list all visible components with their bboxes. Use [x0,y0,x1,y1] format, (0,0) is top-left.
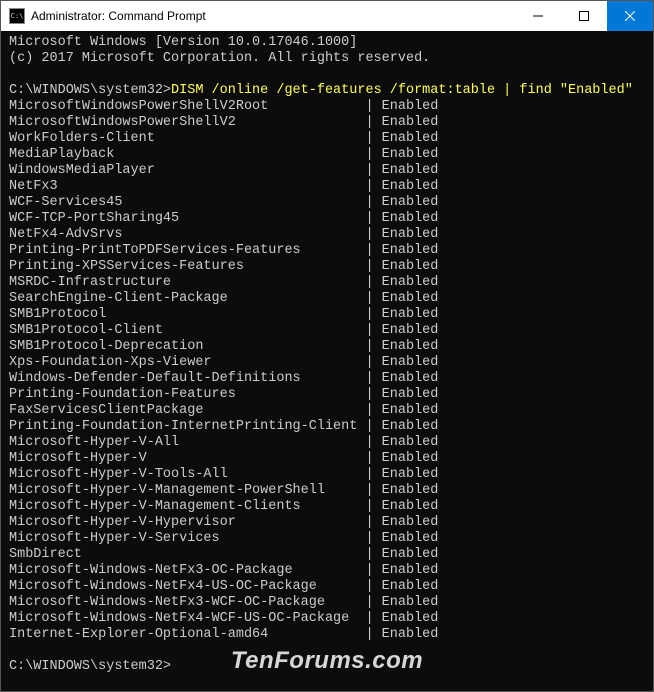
feature-row: SmbDirect | Enabled [9,547,645,563]
feature-row: Microsoft-Hyper-V | Enabled [9,451,645,467]
close-button[interactable] [607,1,653,31]
feature-row: MicrosoftWindowsPowerShellV2 | Enabled [9,115,645,131]
feature-row: Microsoft-Windows-NetFx3-WCF-OC-Package … [9,595,645,611]
feature-row: FaxServicesClientPackage | Enabled [9,403,645,419]
command-text: DISM /online /get-features /format:table… [171,83,633,98]
feature-row: Printing-Foundation-Features | Enabled [9,387,645,403]
feature-row: WCF-Services45 | Enabled [9,195,645,211]
feature-row: MSRDC-Infrastructure | Enabled [9,275,645,291]
command-line: C:\WINDOWS\system32>DISM /online /get-fe… [9,83,645,99]
blank-line [9,67,645,83]
minimize-button[interactable] [515,1,561,31]
feature-row: SMB1Protocol-Deprecation | Enabled [9,339,645,355]
feature-row: WindowsMediaPlayer | Enabled [9,163,645,179]
feature-row: Microsoft-Windows-NetFx4-WCF-US-OC-Packa… [9,611,645,627]
feature-row: Xps-Foundation-Xps-Viewer | Enabled [9,355,645,371]
feature-row: NetFx3 | Enabled [9,179,645,195]
feature-row: Printing-XPSServices-Features | Enabled [9,259,645,275]
cmd-icon: C:\ [9,8,25,24]
version-line: Microsoft Windows [Version 10.0.17046.10… [9,35,645,51]
command-prompt-window: C:\ Administrator: Command Prompt Micros… [0,0,654,692]
feature-row: WorkFolders-Client | Enabled [9,131,645,147]
feature-row: NetFx4-AdvSrvs | Enabled [9,227,645,243]
feature-row: Microsoft-Hyper-V-All | Enabled [9,435,645,451]
feature-row: SearchEngine-Client-Package | Enabled [9,291,645,307]
feature-row: Microsoft-Hyper-V-Management-PowerShell … [9,483,645,499]
feature-row: Microsoft-Hyper-V-Hypervisor | Enabled [9,515,645,531]
feature-row: Windows-Defender-Default-Definitions | E… [9,371,645,387]
blank-line [9,643,645,659]
terminal-content[interactable]: Microsoft Windows [Version 10.0.17046.10… [1,31,653,691]
prompt-line: C:\WINDOWS\system32> [9,659,645,675]
feature-row: Microsoft-Windows-NetFx4-US-OC-Package |… [9,579,645,595]
prompt-text: C:\WINDOWS\system32> [9,659,171,674]
feature-row: Printing-Foundation-InternetPrinting-Cli… [9,419,645,435]
feature-row: Microsoft-Hyper-V-Management-Clients | E… [9,499,645,515]
feature-row: Internet-Explorer-Optional-amd64 | Enabl… [9,627,645,643]
feature-row: Printing-PrintToPDFServices-Features | E… [9,243,645,259]
window-controls [515,1,653,31]
feature-row: WCF-TCP-PortSharing45 | Enabled [9,211,645,227]
titlebar[interactable]: C:\ Administrator: Command Prompt [1,1,653,31]
feature-row: MicrosoftWindowsPowerShellV2Root | Enabl… [9,99,645,115]
maximize-button[interactable] [561,1,607,31]
feature-row: SMB1Protocol | Enabled [9,307,645,323]
feature-row: MediaPlayback | Enabled [9,147,645,163]
feature-row: SMB1Protocol-Client | Enabled [9,323,645,339]
copyright-line: (c) 2017 Microsoft Corporation. All righ… [9,51,645,67]
window-title: Administrator: Command Prompt [31,9,515,23]
feature-row: Microsoft-Hyper-V-Tools-All | Enabled [9,467,645,483]
feature-row: Microsoft-Hyper-V-Services | Enabled [9,531,645,547]
prompt-text: C:\WINDOWS\system32> [9,83,171,98]
feature-list: MicrosoftWindowsPowerShellV2Root | Enabl… [9,99,645,643]
feature-row: Microsoft-Windows-NetFx3-OC-Package | En… [9,563,645,579]
